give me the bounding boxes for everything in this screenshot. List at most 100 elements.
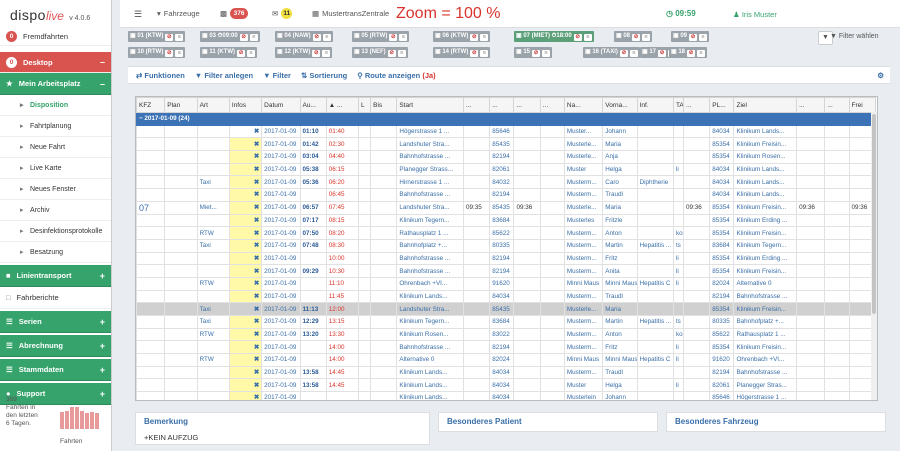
route-button[interactable]: ⚲ Route anzeigen (Ja)	[357, 71, 435, 80]
table-row[interactable]: Taxi ✖ 2017-01-09 11:13 12:00 Landshuter Stra…	[136, 302, 877, 316]
table-row[interactable]: ✖ 2017-01-09 03:04 04:40 Bahnhofstrasse ... 8…	[136, 150, 877, 164]
vehicle-chip[interactable]: ▣ 10 (RTW) ⊘ ≡	[128, 47, 186, 58]
list-icon[interactable]: ≡	[175, 34, 184, 41]
column-header[interactable]: ...	[796, 97, 826, 113]
block-icon[interactable]: ⊘	[165, 34, 174, 41]
sidebar-item-desinfektion[interactable]: Desinfektionsprotokolle	[0, 221, 111, 242]
vehicle-chip[interactable]: ▣ 15 ⊘ ≡	[514, 47, 553, 58]
messages[interactable]: ✉ 11	[272, 8, 298, 19]
filter-anlegen-button[interactable]: ▼ Filter anlegen	[195, 71, 253, 80]
column-header[interactable]: ▲ ...	[325, 97, 360, 113]
table-row[interactable]: 07 Miet... ✖ 2017-01-09 06:57 07:45 Landshuter…	[136, 200, 877, 215]
column-header[interactable]: TA	[672, 97, 685, 113]
table-row[interactable]: RTW ✖ 2017-01-09 11:10 Ohrenbach +VI... 91620…	[136, 276, 877, 291]
list-icon[interactable]: ≡	[583, 34, 592, 41]
app-logo[interactable]: dispolive v 4.0.6	[0, 0, 111, 28]
column-header[interactable]: Au...	[299, 97, 327, 113]
block-icon[interactable]: ⊘	[470, 34, 479, 41]
table-row[interactable]: ✖ 2017-01-09 11:45 Klinikum Lands... 84034 Mu…	[136, 289, 877, 304]
column-header[interactable]: Start	[396, 97, 465, 113]
column-header[interactable]: ...	[683, 97, 711, 113]
table-row[interactable]: ✖ 2017-01-09 01:10 01:40 Högerstrasse 1 ... 8…	[136, 124, 877, 139]
vehicle-chip[interactable]: ▣ 01 (KTW) ⊘ ≡	[128, 31, 186, 42]
block-icon[interactable]: ⊘	[239, 34, 248, 41]
filter-button[interactable]: ▼ Filter	[263, 71, 291, 80]
collapse-icon[interactable]: –	[100, 79, 105, 89]
sidebar-item-fahrtplanung[interactable]: Fahrtplanung	[0, 116, 111, 137]
sidebar-item-serien[interactable]: ☰ Serien +	[0, 311, 111, 333]
table-row[interactable]: ✖ 2017-01-09 05:38 06:15 Planegger Strass...…	[136, 162, 877, 177]
sidebar-item-fahrberichte[interactable]: □ Fahrberichte	[0, 287, 111, 309]
column-header[interactable]: ...	[513, 97, 541, 113]
expand-icon[interactable]: +	[100, 317, 105, 327]
vehicle-chip[interactable]: ▣ 08 ⊘ ≡	[614, 31, 653, 42]
menu-icon[interactable]: ☰	[134, 9, 142, 20]
table-row[interactable]: RTW ✖ 2017-01-09 07:50 08:20 Rathausplatz 1 .…	[136, 226, 877, 240]
sidebar-item-desktop[interactable]: 0 Desktop –	[0, 52, 111, 73]
center-selector[interactable]: ▦ MustertransZentrale	[312, 9, 389, 18]
table-row[interactable]: RTW ✖ 2017-01-09 14:00 Alternative 0 82024 Min…	[136, 353, 877, 367]
vehicle-chip[interactable]: ▣ 16 (TAXI) ⊘ ≡	[583, 47, 640, 58]
block-icon[interactable]: ⊘	[312, 50, 321, 57]
column-header[interactable]: Ziel	[733, 97, 798, 113]
filter-select[interactable]: ▼ Filter wählen	[830, 33, 879, 40]
block-icon[interactable]: ⊘	[687, 50, 696, 57]
list-icon[interactable]: ≡	[397, 50, 406, 57]
table-row[interactable]: Taxi ✖ 2017-01-09 12:29 13:15 Klinikum Tegern…	[136, 315, 877, 329]
sidebar-item-live-karte[interactable]: Live Karte	[0, 158, 111, 179]
table-row[interactable]: ✖ 2017-01-09 14:00 Bahnhofstrasse ... 82194 M…	[136, 340, 877, 355]
list-icon[interactable]: ≡	[247, 50, 256, 57]
list-icon[interactable]: ≡	[697, 50, 706, 57]
block-icon[interactable]: ⊘	[658, 50, 667, 57]
block-icon[interactable]: ⊘	[389, 34, 398, 41]
column-header[interactable]: ...	[463, 97, 491, 113]
column-header[interactable]: Infos	[228, 97, 263, 113]
table-row[interactable]: ✖ 2017-01-09 01:42 02:30 Landshuter Stra... 8…	[136, 137, 877, 152]
column-header[interactable]: Na...	[563, 97, 604, 113]
list-icon[interactable]: ≡	[175, 50, 184, 57]
list-icon[interactable]: ≡	[629, 50, 638, 57]
column-header[interactable]: Vorna...	[602, 97, 638, 113]
column-header[interactable]: Datum	[261, 97, 301, 113]
vehicle-chip[interactable]: ▣ 05 (RTW) ⊘ ≡	[352, 31, 410, 42]
table-row[interactable]: RTW ✖ 2017-01-09 13:20 13:30 Klinikum Rosen..…	[136, 327, 877, 342]
settings-gear-icon[interactable]: ⚙	[877, 71, 884, 80]
vehicle-chip[interactable]: ▣ 09 ⊘ ≡	[671, 31, 710, 42]
group-row[interactable]: − 2017-01-09 (24)	[136, 112, 876, 126]
table-row[interactable]: Taxi ✖ 2017-01-09 05:36 06:20 Hirnerstrasse 1…	[136, 175, 877, 190]
column-header[interactable]: Bis	[370, 97, 398, 113]
vehicle-chip[interactable]: ▣ 12 (KTW) ⊘ ≡	[275, 47, 333, 58]
collapse-icon[interactable]: –	[100, 57, 105, 67]
block-icon[interactable]: ⊘	[632, 34, 641, 41]
block-icon[interactable]: ⊘	[573, 34, 582, 41]
list-icon[interactable]: ≡	[322, 34, 331, 41]
list-icon[interactable]: ≡	[399, 34, 408, 41]
column-header[interactable]: PL...	[709, 97, 735, 113]
block-icon[interactable]: ⊘	[165, 50, 174, 57]
vertical-scrollbar[interactable]	[871, 112, 877, 400]
block-icon[interactable]: ⊘	[387, 50, 396, 57]
vehicle-chip[interactable]: ▣ 04 (NAW) ⊘ ≡	[275, 31, 333, 42]
block-icon[interactable]: ⊘	[532, 50, 541, 57]
sidebar-item-besatzung[interactable]: Besatzung	[0, 242, 111, 263]
column-header[interactable]: Frei	[848, 97, 877, 113]
table-row[interactable]: ✖ 2017-01-09 06:45 Bahnhofstrasse ... 82194 M…	[136, 188, 877, 202]
column-header[interactable]: Art	[196, 97, 230, 113]
column-header[interactable]: Plan	[164, 97, 198, 113]
sidebar-item-neues-fenster[interactable]: Neues Fenster	[0, 179, 111, 200]
vehicle-chip[interactable]: ▣ 03 ⏱09:00 ⊘ ≡	[200, 31, 260, 42]
user-menu[interactable]: ♟ Iris Muster	[733, 10, 777, 19]
sidebar-item-linientransport[interactable]: ■ Linientransport +	[0, 265, 111, 287]
scrollbar-thumb[interactable]	[872, 114, 876, 314]
table-row[interactable]: ✖ 2017-01-09 13:58 14:45 Klinikum Lands... 84…	[136, 365, 877, 380]
vehicles-count[interactable]: ▩ 376	[220, 8, 254, 19]
table-row[interactable]: ✖ 2017-01-09 07:17 08:15 Klinikum Tegern... 8…	[136, 213, 877, 228]
sidebar-item-neue-fahrt[interactable]: Neue Fahrt	[0, 137, 111, 158]
table-row[interactable]: ✖ 2017-01-09 13:58 14:45 Klinikum Lands... 84…	[136, 378, 877, 393]
block-icon[interactable]: ⊘	[312, 34, 321, 41]
sidebar-item-abrechnung[interactable]: ☰ Abrechnung +	[0, 335, 111, 357]
list-icon[interactable]: ≡	[699, 34, 708, 41]
block-icon[interactable]: ⊘	[470, 50, 479, 57]
vehicle-chip[interactable]: ▣ 13 (NEF) ⊘ ≡	[352, 47, 408, 58]
expand-icon[interactable]: +	[100, 271, 105, 281]
